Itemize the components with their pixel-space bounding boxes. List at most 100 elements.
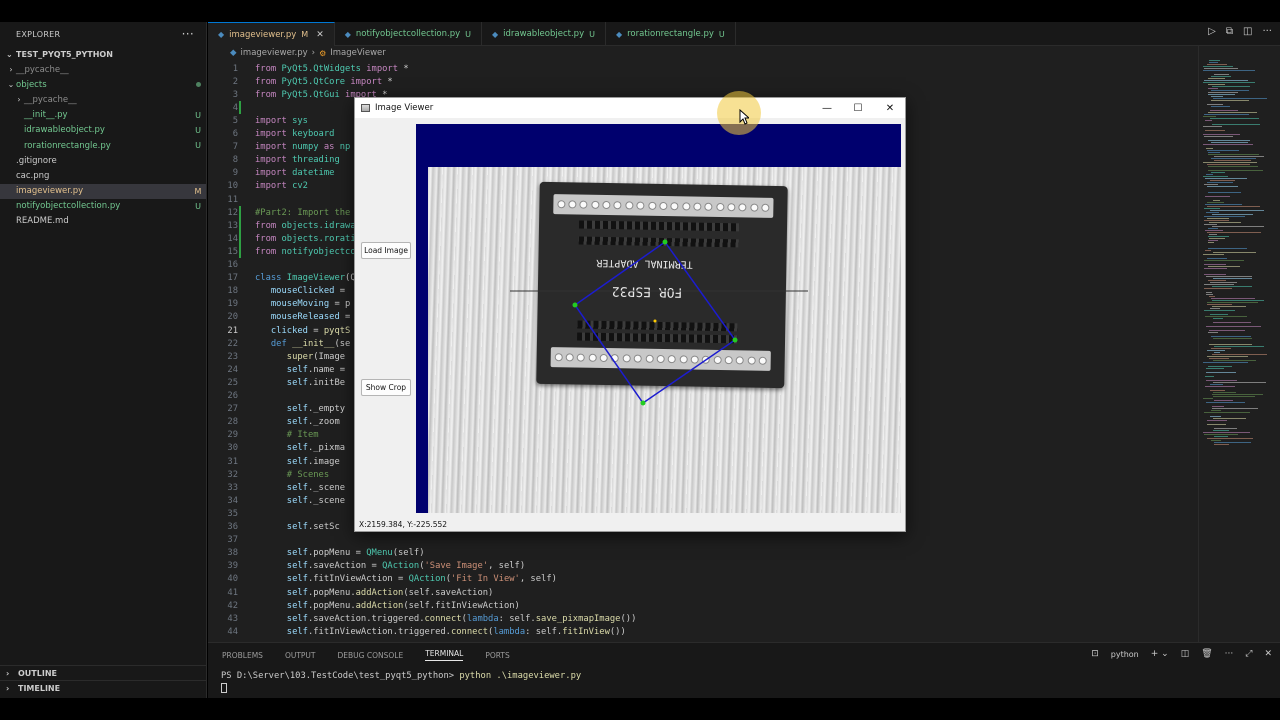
editor-tab[interactable]: ◆ imageviewer.py M ✕ <box>208 22 335 46</box>
tree-item[interactable]: idrawableobject.py U <box>0 123 206 138</box>
minimap-line <box>1210 118 1259 119</box>
window-title: Image Viewer <box>375 103 434 113</box>
tree-item[interactable]: cac.png <box>0 168 206 183</box>
tree-item-label: imageviewer.py <box>16 186 84 197</box>
code-text: def __init__(se <box>255 339 350 349</box>
show-crop-button[interactable]: Show Crop <box>361 379 411 396</box>
more-actions-icon[interactable]: ··· <box>1262 26 1272 37</box>
tab-label: notifyobjectcollection.py <box>355 29 461 39</box>
minimap-line <box>1204 412 1250 413</box>
line-number: 24 <box>227 364 238 375</box>
breadcrumb-symbol[interactable]: ImageViewer <box>330 48 386 58</box>
tree-item-label: rorationrectangle.py <box>24 140 111 151</box>
trash-icon[interactable]: 🗑 <box>1201 649 1212 659</box>
panel-tab[interactable]: TERMINAL <box>425 649 464 661</box>
tab-label: idrawableobject.py <box>503 29 585 39</box>
timeline-section[interactable]: › TIMELINE <box>0 680 207 695</box>
code-token: from <box>255 246 282 257</box>
editor-tabs: ◆ imageviewer.py M ✕ ◆ notifyobjectcollection… <box>208 22 1280 46</box>
minimap[interactable] <box>1198 46 1280 642</box>
tree-item[interactable]: › __pycache__ <box>0 92 206 107</box>
editor-tab[interactable]: ◆ idrawableobject.py U <box>482 22 606 46</box>
image-canvas[interactable]: TERMINAL ADAPTER FOR ESP32 <box>416 124 901 513</box>
code-token: self <box>286 587 308 598</box>
explorer-title: EXPLORER <box>16 29 61 39</box>
resize-handle[interactable] <box>572 302 578 308</box>
panel-tab[interactable]: PORTS <box>485 651 509 660</box>
tree-item[interactable]: › __pycache__ <box>0 62 206 77</box>
line-number: 26 <box>227 391 238 402</box>
more-actions-icon[interactable]: ··· <box>1225 649 1234 659</box>
code-token: * <box>387 76 393 87</box>
code-text: # Scenes <box>255 470 329 480</box>
line-number: 22 <box>227 338 238 349</box>
panel-tab[interactable]: OUTPUT <box>285 651 316 660</box>
minimap-line <box>1213 318 1223 319</box>
code-text: from notifyobjectco <box>255 247 356 257</box>
tree-item-label: __pycache__ <box>16 64 69 75</box>
split-terminal-icon[interactable]: ◫ <box>1181 649 1190 659</box>
line-number: 43 <box>227 613 238 624</box>
code-token: cv2 <box>292 181 308 192</box>
code-token: save_pixmapImage <box>535 613 621 624</box>
tree-item[interactable]: .gitignore <box>0 153 206 168</box>
close-icon[interactable]: ✕ <box>1264 649 1272 659</box>
tree-item-label: __init__.py <box>24 110 68 121</box>
editor-tab[interactable]: ◆ notifyobjectcollection.py U <box>335 22 483 46</box>
rotation-handle[interactable] <box>662 239 668 245</box>
minimap-line <box>1203 432 1250 433</box>
panel-tab[interactable]: PROBLEMS <box>222 651 263 660</box>
tree-item[interactable]: __init__.py U <box>0 108 206 123</box>
outline-section[interactable]: › OUTLINE <box>0 665 207 680</box>
resize-handle[interactable] <box>640 400 646 406</box>
code-token: .popMenu. <box>307 587 356 598</box>
code-text: import keyboard <box>255 129 334 139</box>
tree-item[interactable]: README.md <box>0 214 206 229</box>
minimap-line <box>1207 104 1223 105</box>
minimap-line <box>1204 184 1218 185</box>
minimap-line <box>1207 202 1224 203</box>
tree-item[interactable]: rorationrectangle.py U <box>0 138 206 153</box>
split-editor-icon[interactable]: ◫ <box>1243 26 1252 37</box>
minimap-line <box>1208 84 1225 85</box>
code-token: , self) <box>519 574 557 585</box>
maximize-icon[interactable]: ☐ <box>843 98 873 118</box>
window-titlebar[interactable]: Image Viewer — ☐ ✕ <box>355 98 905 118</box>
code-token: self <box>286 626 308 637</box>
code-token: datetime <box>292 168 335 179</box>
minimap-line <box>1212 408 1258 409</box>
run-icon[interactable]: ▷ <box>1208 26 1216 37</box>
tree-item[interactable]: ⌄ objects <box>0 77 206 92</box>
more-actions-icon[interactable]: ··· <box>182 27 194 41</box>
tree-item[interactable]: imageviewer.py M <box>0 183 206 199</box>
close-icon[interactable]: ✕ <box>875 98 905 118</box>
line-number: 31 <box>227 456 238 467</box>
new-terminal-icon[interactable]: + ⌄ <box>1151 649 1169 659</box>
tab-status: M <box>301 30 309 39</box>
terminal-name[interactable]: python <box>1111 650 1139 659</box>
compare-icon[interactable]: ⧉ <box>1226 26 1233 37</box>
line-number: 9 <box>232 168 238 179</box>
minimap-line <box>1209 330 1245 331</box>
breadcrumb-file[interactable]: imageviewer.py <box>241 48 308 58</box>
editor-tab[interactable]: ◆ rorationrectangle.py U <box>606 22 736 46</box>
line-number: 35 <box>227 508 238 519</box>
load-image-button[interactable]: Load Image <box>361 242 411 259</box>
tree-item-label: notifyobjectcollection.py <box>16 201 121 212</box>
resize-handle[interactable] <box>732 337 738 343</box>
minimize-icon[interactable]: — <box>812 98 842 118</box>
terminal-output[interactable]: PS D:\Server\103.TestCode\test_pyqt5_pyt… <box>208 667 1280 700</box>
project-root[interactable]: ⌄ TEST_PYQT5_PYTHON <box>0 46 206 62</box>
code-token: addAction <box>355 600 404 611</box>
panel-tab[interactable]: DEBUG CONSOLE <box>338 651 404 660</box>
maximize-panel-icon[interactable]: ⤢ <box>1245 649 1252 659</box>
close-icon[interactable]: ✕ <box>316 30 324 40</box>
tree-item[interactable]: notifyobjectcollection.py U <box>0 199 206 214</box>
code-token: mouseReleased <box>270 312 340 323</box>
minimap-line <box>1207 232 1261 233</box>
minimap-line <box>1206 402 1245 403</box>
code-line: 38 self.popMenu = QMenu(self) <box>208 547 1198 560</box>
